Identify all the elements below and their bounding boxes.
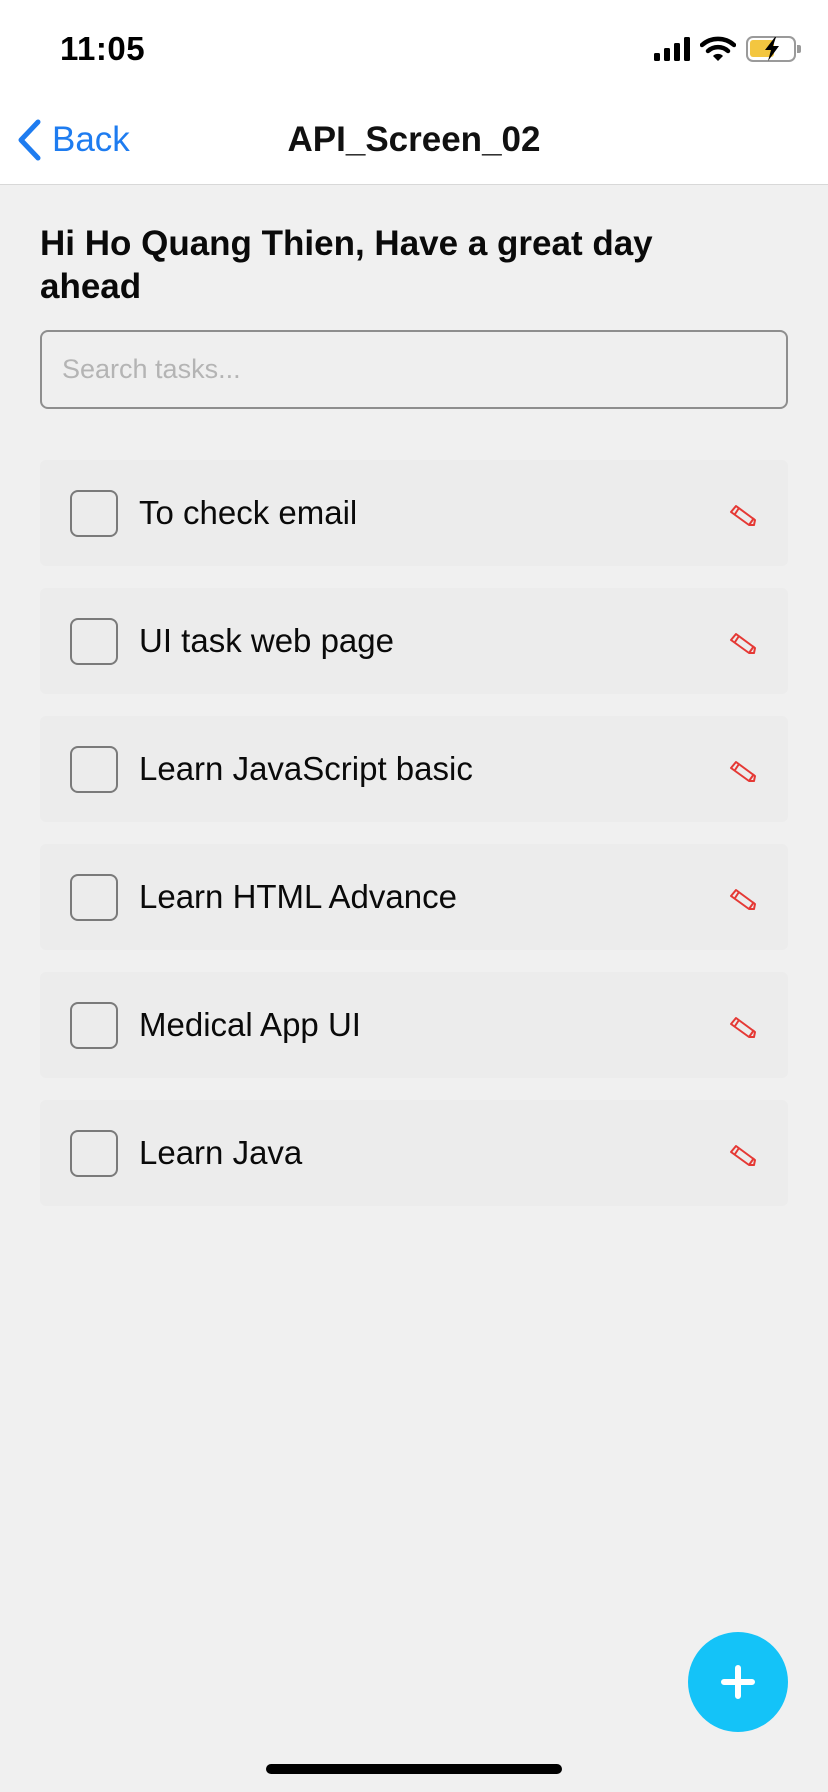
add-task-button[interactable] bbox=[688, 1632, 788, 1732]
task-title: Medical App UI bbox=[139, 1006, 361, 1043]
wifi-icon bbox=[700, 36, 736, 61]
task-item: Medical App UI bbox=[40, 972, 788, 1078]
task-title: Learn HTML Advance bbox=[139, 878, 457, 915]
edit-task-button[interactable] bbox=[728, 1138, 758, 1168]
task-list: To check email UI task web page Learn Ja… bbox=[40, 460, 788, 1228]
pencil-icon bbox=[730, 1017, 756, 1038]
task-checkbox[interactable] bbox=[70, 874, 118, 921]
task-checkbox[interactable] bbox=[70, 1002, 118, 1049]
navigation-bar: Back API_Screen_02 bbox=[0, 96, 828, 185]
edit-task-button[interactable] bbox=[728, 1010, 758, 1040]
pencil-icon bbox=[730, 761, 756, 782]
page-title: API_Screen_02 bbox=[287, 120, 541, 159]
task-title: Learn Java bbox=[139, 1134, 303, 1171]
home-indicator bbox=[266, 1764, 562, 1774]
task-item: UI task web page bbox=[40, 588, 788, 694]
task-item: To check email bbox=[40, 460, 788, 566]
task-title: To check email bbox=[139, 494, 358, 531]
edit-task-button[interactable] bbox=[728, 498, 758, 528]
pencil-icon bbox=[730, 889, 756, 910]
edit-task-button[interactable] bbox=[728, 882, 758, 912]
task-title: UI task web page bbox=[139, 622, 394, 659]
status-bar: 11:05 bbox=[0, 0, 828, 96]
greeting-heading: Hi Ho Quang Thien, Have a great day ahea… bbox=[40, 224, 653, 306]
battery-charging-icon bbox=[746, 36, 801, 62]
pencil-icon bbox=[730, 633, 756, 654]
edit-task-button[interactable] bbox=[728, 754, 758, 784]
task-item: Learn JavaScript basic bbox=[40, 716, 788, 822]
edit-task-button[interactable] bbox=[728, 626, 758, 656]
pencil-icon bbox=[730, 1145, 756, 1166]
task-title: Learn JavaScript basic bbox=[139, 750, 473, 787]
signal-icon bbox=[654, 37, 690, 61]
task-checkbox[interactable] bbox=[70, 1130, 118, 1177]
search-input[interactable] bbox=[42, 332, 786, 407]
status-icons bbox=[654, 34, 801, 64]
task-checkbox[interactable] bbox=[70, 618, 118, 665]
task-checkbox[interactable] bbox=[70, 746, 118, 793]
plus-icon bbox=[721, 1665, 755, 1699]
task-item: Learn HTML Advance bbox=[40, 844, 788, 950]
task-checkbox[interactable] bbox=[70, 490, 118, 537]
task-item: Learn Java bbox=[40, 1100, 788, 1206]
search-box bbox=[40, 330, 788, 409]
pencil-icon bbox=[730, 505, 756, 526]
status-time: 11:05 bbox=[60, 30, 146, 67]
